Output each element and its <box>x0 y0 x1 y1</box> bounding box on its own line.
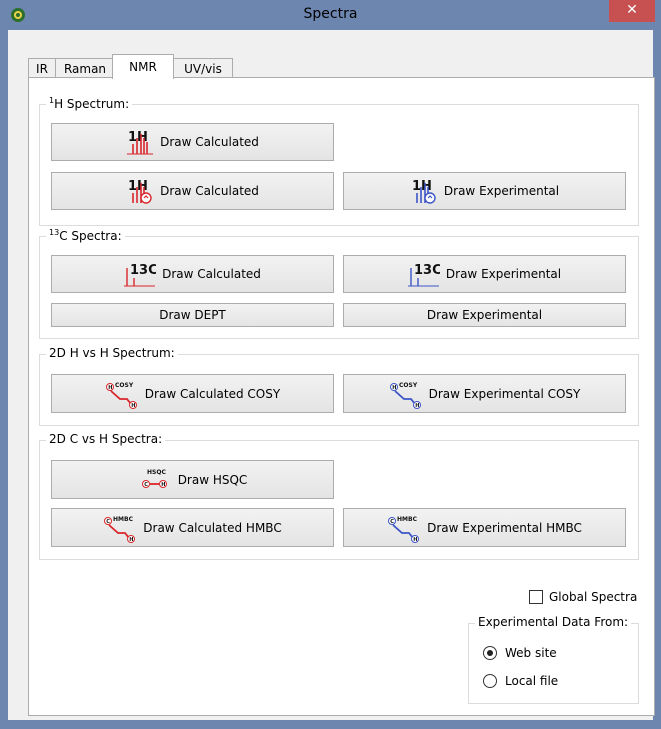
h-spectrum-label: 1H Spectrum: <box>46 96 133 111</box>
c-spectra-group: 13C Spectra: 13C Draw Calculated 13C Dra… <box>39 228 639 339</box>
icon-h-atom: H <box>392 385 396 391</box>
draw-experimental-hmbc-button[interactable]: HMBC C H Draw Experimental HMBC <box>343 508 626 547</box>
draw-calculated-coupling-button[interactable]: 1H Draw Calculated <box>51 172 334 210</box>
tab-ir[interactable]: IR <box>28 58 56 79</box>
13c-blue-spectrum-icon: 13C <box>407 263 440 287</box>
draw-calculated-label: Draw Calculated <box>160 184 259 198</box>
draw-experimental-label: Draw Experimental <box>445 267 562 281</box>
radio-local-file-label: Local file <box>505 674 559 688</box>
radio-local-file-indicator[interactable] <box>483 674 497 688</box>
ch-2d-group: 2D C vs H Spectra: HSQC C H Draw HSQC HM… <box>39 432 639 560</box>
icon-cosy-text: COSY <box>399 382 418 389</box>
hh-2d-label: 2D H vs H Spectrum: <box>46 346 178 360</box>
draw-experimental-cosy-button[interactable]: COSY H H Draw Experimental COSY <box>343 374 626 413</box>
icon-c-atom: C <box>144 482 148 488</box>
icon-c-atom: C <box>106 519 110 525</box>
icon-h-atom: H <box>131 403 135 409</box>
icon-1h-text: 1H <box>412 179 432 194</box>
window-title: Spectra <box>303 6 358 22</box>
draw-calculated-13c-button[interactable]: 13C Draw Calculated <box>51 255 334 293</box>
icon-c-atom: C <box>390 519 394 525</box>
experimental-source-label: Experimental Data From: <box>475 615 632 629</box>
global-spectra-checkbox[interactable]: Global Spectra <box>529 590 637 604</box>
icon-cosy-text: COSY <box>115 382 134 389</box>
draw-calculated-cosy-button[interactable]: COSY H H Draw Calculated COSY <box>51 374 334 413</box>
experimental-source-group: Experimental Data From: Web site Local f… <box>468 615 639 704</box>
1h-red-spectrum-coupling-icon: 1H <box>128 179 152 204</box>
draw-calculated-label: Draw Calculated <box>162 267 261 281</box>
ch-2d-label: 2D C vs H Spectra: <box>46 432 166 446</box>
radio-web-site-label: Web site <box>505 646 557 660</box>
draw-dept-button[interactable]: Draw DEPT <box>51 303 334 327</box>
radio-local-file[interactable]: Local file <box>483 674 558 688</box>
icon-13c-text: 13C <box>414 263 440 278</box>
1h-red-spectrum-icon: 1H <box>127 130 154 155</box>
1h-blue-spectrum-icon: 1H <box>412 179 436 204</box>
hsqc-icon: HSQC C H <box>141 469 167 488</box>
draw-calculated-label: Draw Calculated <box>160 135 259 149</box>
icon-h-atom: H <box>415 403 419 409</box>
tab-uvvis[interactable]: UV/vis <box>173 58 233 79</box>
draw-experimental-1h-button[interactable]: 1H Draw Experimental <box>343 172 626 210</box>
draw-calculated-hmbc-label: Draw Calculated HMBC <box>143 520 282 535</box>
icon-hmbc-text: HMBC <box>113 516 134 523</box>
cosy-red-icon: COSY H H <box>105 382 137 409</box>
tab-raman[interactable]: Raman <box>55 58 115 79</box>
icon-h-atom: H <box>129 537 133 543</box>
global-spectra-label: Global Spectra <box>549 590 638 604</box>
title-bar[interactable]: Spectra ✕ <box>0 0 661 30</box>
icon-1h-text: 1H <box>128 130 148 145</box>
icon-h-atom: H <box>413 537 417 543</box>
icon-hsqc-text: HSQC <box>147 469 166 476</box>
draw-calculated-1h-button[interactable]: 1H Draw Calculated <box>51 123 334 161</box>
icon-hmbc-text: HMBC <box>397 516 418 523</box>
c-spectra-label: 13C Spectra: <box>46 228 125 243</box>
nmr-tab-page: 1H Spectrum: 1H Draw Calculated 1H Draw … <box>28 77 655 716</box>
hh-2d-group: 2D H vs H Spectrum: COSY H H Draw Calcul… <box>39 346 639 426</box>
icon-h-atom: H <box>161 482 165 488</box>
tab-nmr[interactable]: NMR <box>112 54 174 79</box>
hmbc-blue-icon: HMBC C H <box>388 516 420 543</box>
dialog-client: IR Raman NMR UV/vis 1H Spectrum: 1H Draw… <box>8 30 655 720</box>
draw-hsqc-button[interactable]: HSQC C H Draw HSQC <box>51 460 334 499</box>
icon-1h-text: 1H <box>128 179 148 194</box>
draw-hsqc-label: Draw HSQC <box>177 472 248 487</box>
draw-experimental-dept-button[interactable]: Draw Experimental <box>343 303 626 327</box>
13c-red-spectrum-icon: 13C <box>124 263 156 287</box>
hmbc-red-icon: HMBC C H <box>104 516 136 543</box>
spectra-window: Spectra ✕ IR Raman NMR UV/vis 1H Spectru… <box>0 0 661 729</box>
global-spectra-box[interactable] <box>529 590 543 604</box>
draw-calculated-cosy-label: Draw Calculated COSY <box>144 386 281 401</box>
icon-13c-text: 13C <box>130 263 156 278</box>
radio-web-site-indicator[interactable] <box>483 646 497 660</box>
cosy-blue-icon: COSY H H <box>389 382 421 409</box>
draw-experimental-13c-button[interactable]: 13C Draw Experimental <box>343 255 626 293</box>
draw-experimental-label: Draw Experimental <box>443 184 560 198</box>
h-spectrum-group: 1H Spectrum: 1H Draw Calculated 1H Draw … <box>39 96 639 226</box>
radio-web-site[interactable]: Web site <box>483 646 557 660</box>
draw-experimental-hmbc-label: Draw Experimental HMBC <box>427 520 582 535</box>
icon-h-atom: H <box>108 385 112 391</box>
close-button[interactable]: ✕ <box>609 0 655 22</box>
draw-calculated-hmbc-button[interactable]: HMBC C H Draw Calculated HMBC <box>51 508 334 547</box>
draw-experimental-cosy-label: Draw Experimental COSY <box>428 386 581 401</box>
